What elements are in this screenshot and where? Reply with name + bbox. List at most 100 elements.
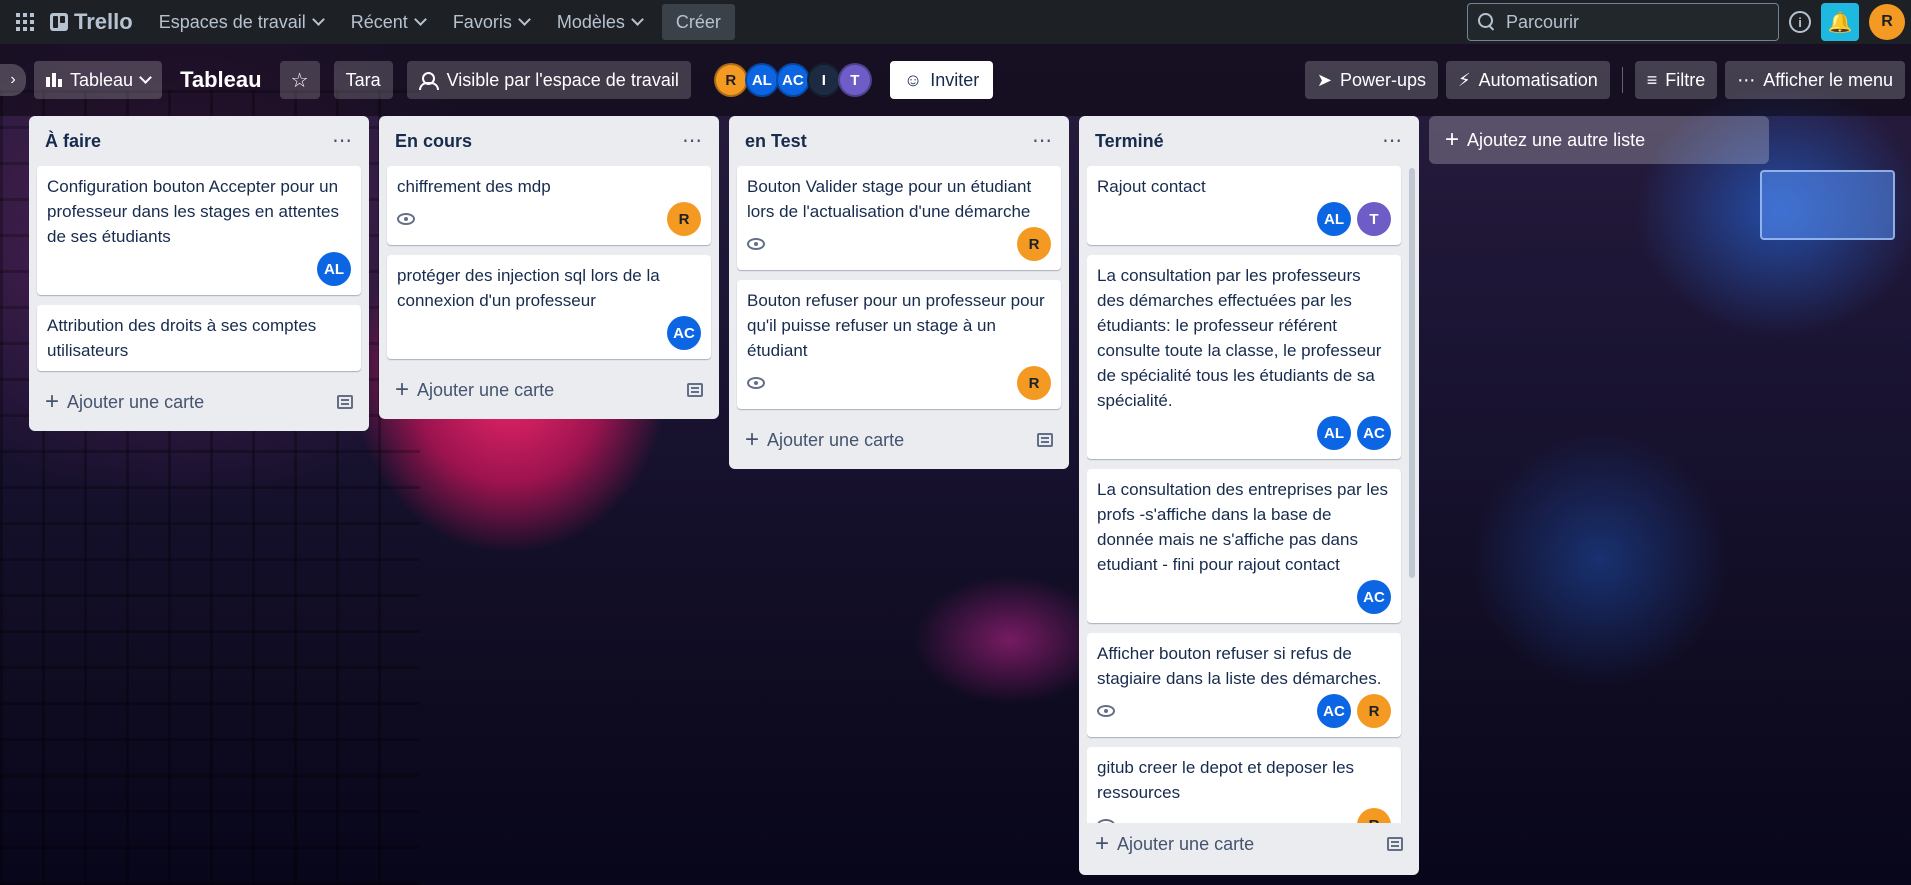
powerups-button[interactable]: ➤ Power-ups	[1304, 61, 1439, 99]
member-avatar[interactable]: R	[667, 202, 701, 236]
eye-icon	[1097, 819, 1115, 823]
header-divider	[1621, 67, 1623, 93]
list-header: en Test ⋯	[737, 116, 1061, 166]
member-avatar[interactable]: AL	[1317, 416, 1351, 450]
list-title[interactable]: En cours	[395, 131, 472, 152]
card-title: Bouton Valider stage pour un étudiant lo…	[747, 177, 1032, 221]
board-members: R AL AC I T	[713, 63, 872, 97]
notifications-button[interactable]: 🔔	[1821, 3, 1859, 41]
trello-logo-text: Trello	[74, 9, 133, 34]
member-avatar[interactable]: AL	[1317, 202, 1351, 236]
card-title: La consultation des entreprises par les …	[1097, 480, 1389, 574]
sidebar-expand-button[interactable]: ›	[0, 64, 26, 96]
template-icon[interactable]	[337, 395, 353, 409]
member-avatar[interactable]: AC	[1357, 580, 1391, 614]
create-button[interactable]: Créer	[661, 4, 735, 40]
list-scrollbar[interactable]	[1409, 168, 1415, 578]
add-card-button[interactable]: + Ajouter une carte	[1087, 823, 1411, 865]
member-avatar[interactable]: I	[806, 63, 841, 97]
card-title: protéger des injection sql lors de la co…	[397, 266, 660, 310]
add-card-group: + Ajouter une carte	[45, 390, 204, 414]
list-title[interactable]: en Test	[745, 131, 807, 152]
list-card[interactable]: gitub creer le depot et deposer les ress…	[1087, 747, 1401, 823]
card-members: AC	[1357, 580, 1391, 614]
nav-workspaces-label: Espaces de travail	[158, 11, 306, 32]
list-header: À faire ⋯	[37, 116, 361, 166]
search-input[interactable]: Parcourir	[1467, 3, 1779, 41]
card-members: R	[1017, 366, 1051, 400]
visibility-label: Visible par l'espace de travail	[446, 69, 679, 90]
list-card[interactable]: Configuration bouton Accepter pour un pr…	[37, 166, 361, 295]
member-avatar[interactable]: AC	[775, 63, 810, 97]
card-footer: AC	[397, 315, 701, 351]
account-avatar[interactable]: R	[1869, 4, 1905, 40]
list-card[interactable]: chiffrement des mdp R	[387, 166, 711, 245]
automation-button[interactable]: ⚡ Automatisation	[1446, 61, 1610, 99]
member-avatar[interactable]: AC	[1317, 694, 1351, 728]
list-card[interactable]: Bouton refuser pour un professeur pour q…	[737, 280, 1061, 409]
workspace-button[interactable]: Tara	[333, 61, 393, 99]
list-card[interactable]: La consultation par les professeurs des …	[1087, 255, 1401, 459]
add-card-group: + Ajouter une carte	[395, 378, 554, 402]
more-icon[interactable]: ⋯	[682, 131, 703, 151]
card-footer: AC	[1097, 579, 1391, 615]
member-avatar[interactable]: R	[1017, 227, 1051, 261]
template-icon[interactable]	[1037, 433, 1053, 447]
member-avatar[interactable]: AL	[744, 63, 779, 97]
more-icon[interactable]: ⋯	[332, 131, 353, 151]
trello-logo[interactable]: Trello	[44, 9, 143, 35]
member-avatar[interactable]: T	[837, 63, 872, 97]
list-title[interactable]: Terminé	[1095, 131, 1164, 152]
add-list-button[interactable]: + Ajoutez une autre liste	[1429, 116, 1769, 164]
add-card-button[interactable]: + Ajouter une carte	[37, 381, 361, 423]
member-avatar[interactable]: AL	[317, 252, 351, 286]
invite-button[interactable]: ☺ Inviter	[889, 61, 994, 99]
card-members: AC R	[1317, 694, 1391, 728]
template-icon[interactable]	[1387, 837, 1403, 851]
member-avatar[interactable]: AC	[667, 316, 701, 350]
member-avatar[interactable]: AC	[1357, 416, 1391, 450]
list-card[interactable]: Bouton Valider stage pour un étudiant lo…	[737, 166, 1061, 270]
nav-recent-button[interactable]: Récent	[339, 5, 437, 39]
list-card[interactable]: protéger des injection sql lors de la co…	[387, 255, 711, 359]
show-menu-button[interactable]: ⋯ Afficher le menu	[1725, 61, 1905, 99]
member-avatar[interactable]: R	[713, 63, 748, 97]
member-avatar[interactable]: T	[1357, 202, 1391, 236]
eye-icon	[397, 213, 415, 225]
chevron-right-icon: ›	[10, 71, 16, 88]
more-icon: ⋯	[1737, 69, 1756, 90]
list-cards-scroll-area[interactable]: Rajout contact AL T La consultation par …	[1087, 166, 1411, 823]
nav-templates-button[interactable]: Modèles	[545, 5, 654, 39]
member-avatar[interactable]: R	[1357, 808, 1391, 823]
more-icon[interactable]: ⋯	[1032, 131, 1053, 151]
template-icon[interactable]	[687, 383, 703, 397]
chevron-down-icon	[517, 13, 531, 26]
nav-favorites-button[interactable]: Favoris	[441, 5, 541, 39]
view-switcher-button[interactable]: Tableau	[34, 61, 163, 99]
list-card[interactable]: Rajout contact AL T	[1087, 166, 1401, 245]
card-members: AL	[317, 252, 351, 286]
filter-button[interactable]: ≡ Filtre	[1634, 61, 1718, 99]
visibility-button[interactable]: Visible par l'espace de travail	[406, 61, 691, 99]
member-avatar[interactable]: R	[1017, 366, 1051, 400]
more-icon[interactable]: ⋯	[1382, 131, 1403, 151]
member-avatar[interactable]: R	[1357, 694, 1391, 728]
star-button[interactable]: ☆	[279, 61, 320, 99]
app-switcher-icon[interactable]	[10, 7, 40, 37]
add-card-button[interactable]: + Ajouter une carte	[737, 419, 1061, 461]
nav-workspaces-button[interactable]: Espaces de travail	[147, 5, 335, 39]
card-members: AC	[667, 316, 701, 350]
board-title[interactable]: Tableau	[170, 67, 272, 93]
info-icon[interactable]: i	[1789, 11, 1811, 33]
nav-favorites-label: Favoris	[452, 11, 512, 32]
list-card[interactable]: Afficher bouton refuser si refus de stag…	[1087, 633, 1401, 737]
list-card[interactable]: La consultation des entreprises par les …	[1087, 469, 1401, 623]
trello-logo-icon	[50, 13, 68, 31]
add-card-button[interactable]: + Ajouter une carte	[387, 369, 711, 411]
card-footer: AL AC	[1097, 415, 1391, 451]
star-icon: ☆	[290, 69, 309, 92]
list-a-faire: À faire ⋯ Configuration bouton Accepter …	[29, 116, 369, 431]
board-header: › Tableau Tableau ☆ Tara Visible par l'e…	[0, 44, 1911, 116]
list-title[interactable]: À faire	[45, 131, 101, 152]
list-card[interactable]: Attribution des droits à ses comptes uti…	[37, 305, 361, 371]
